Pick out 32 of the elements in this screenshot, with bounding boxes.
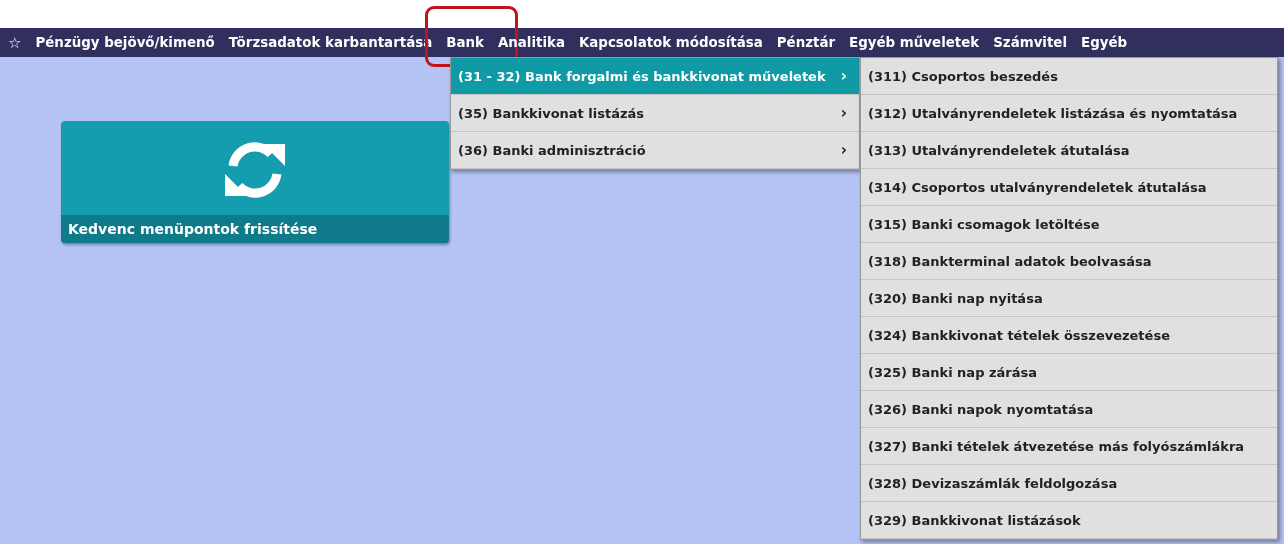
menu-item-label: (31 - 32) Bank forgalmi és bankkivonat műveletek xyxy=(458,68,826,84)
menu-bar-item[interactable]: Pénztár xyxy=(776,35,836,50)
submenu-item[interactable]: (327) Banki tételek átvezetése más folyószámlákra xyxy=(861,428,1277,465)
submenu-item[interactable]: (318) Bankterminal adatok beolvasása xyxy=(861,243,1277,280)
submenu-item[interactable]: (324) Bankkivonat tételek összevezetése xyxy=(861,317,1277,354)
menu-bar-item[interactable]: Számvitel xyxy=(993,35,1068,50)
submenu-item[interactable]: (313) Utalványrendeletek átutalása xyxy=(861,132,1277,169)
submenu-item[interactable]: (320) Banki nap nyitása xyxy=(861,280,1277,317)
submenu-item[interactable]: (311) Csoportos beszedés xyxy=(861,58,1277,95)
menu-bar-item[interactable]: Bank xyxy=(446,35,484,50)
chevron-icon: › xyxy=(840,141,847,159)
menu-item[interactable]: (35) Bankkivonat listázás › xyxy=(451,95,859,132)
menu-bar-item[interactable]: Egyéb műveletek xyxy=(849,35,980,50)
favorites-refresh-tile[interactable]: Kedvenc menüpontok frissítése xyxy=(61,121,449,243)
submenu-item[interactable]: (325) Banki nap zárása xyxy=(861,354,1277,391)
menu-item[interactable]: (36) Banki adminisztráció › xyxy=(451,132,859,169)
submenu-item[interactable]: (329) Bankkivonat listázások xyxy=(861,502,1277,539)
submenu-item[interactable]: (326) Banki napok nyomtatása xyxy=(861,391,1277,428)
menu-bar-item[interactable]: Kapcsolatok módosítása xyxy=(578,35,763,50)
chevron-icon: › xyxy=(840,67,847,85)
menu-item-label: (35) Bankkivonat listázás xyxy=(458,105,645,121)
submenu-item[interactable]: (315) Banki csomagok letöltése xyxy=(861,206,1277,243)
menu-bar-item[interactable]: Egyéb xyxy=(1081,35,1128,50)
menu-item-label: (36) Banki adminisztráció xyxy=(458,142,646,158)
menu-bar-item[interactable]: Pénzügy bejövő/kimenő xyxy=(35,35,215,50)
chevron-icon: › xyxy=(840,104,847,122)
refresh-icon xyxy=(223,140,287,200)
submenu-item[interactable]: (328) Devizaszámlák feldolgozása xyxy=(861,465,1277,502)
submenu-item[interactable]: (314) Csoportos utalványrendeletek átutalása xyxy=(861,169,1277,206)
submenu-item[interactable]: (312) Utalványrendeletek listázása és nyomtatása xyxy=(861,95,1277,132)
tile-label: Kedvenc menüpontok frissítése xyxy=(61,215,449,243)
favorites-star-icon[interactable]: ☆ xyxy=(8,33,22,52)
